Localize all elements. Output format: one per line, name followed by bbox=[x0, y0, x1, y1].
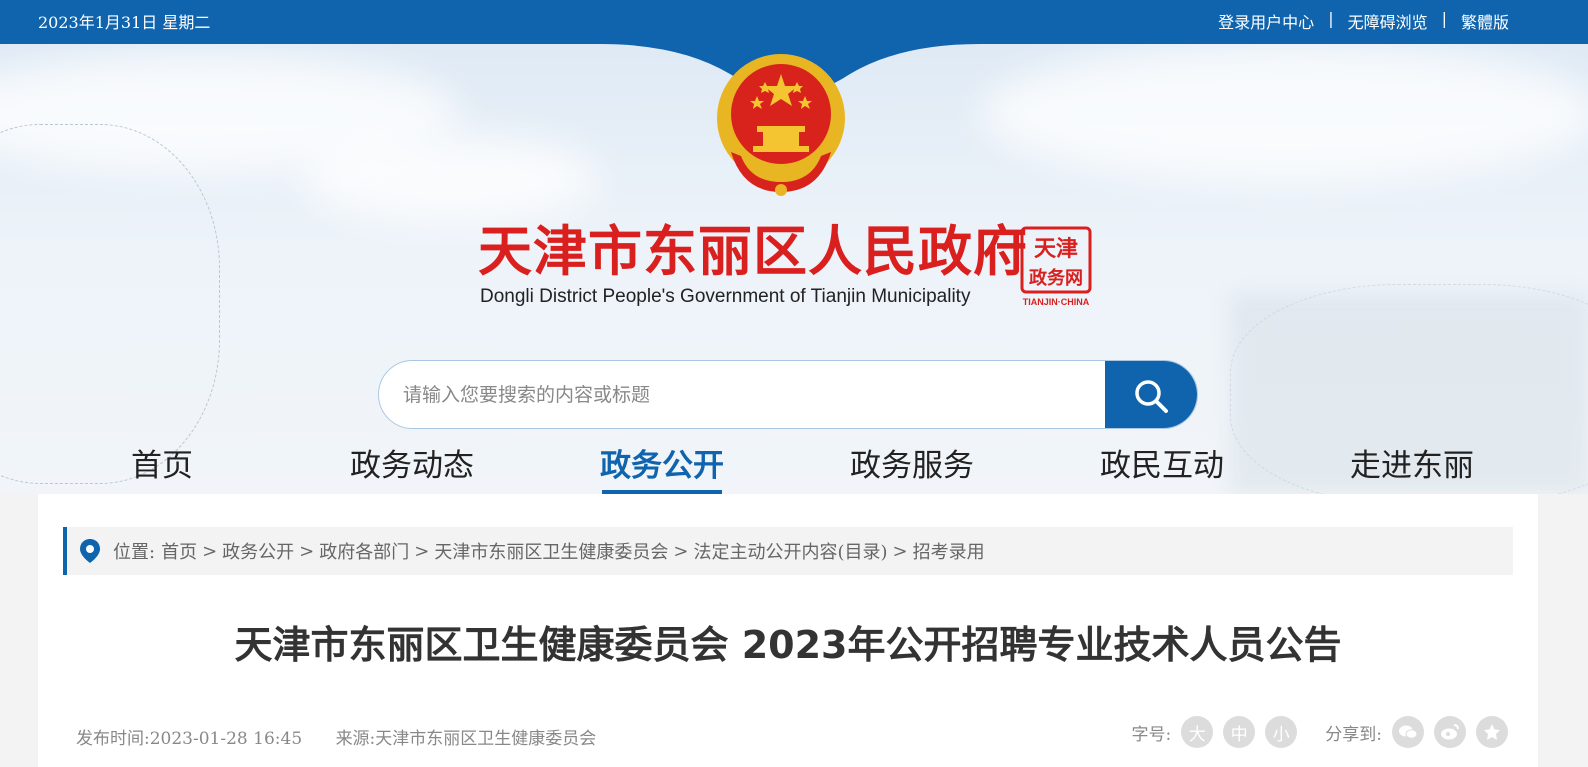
separator: | bbox=[1441, 9, 1447, 28]
share-label: 分享到: bbox=[1325, 724, 1382, 745]
article-meta: 发布时间:2023-01-28 16:45 来源:天津市东丽区卫生健康委员会 bbox=[76, 724, 624, 749]
font-size-medium-button[interactable]: 中 bbox=[1223, 716, 1256, 748]
wechat-icon bbox=[1399, 725, 1418, 739]
breadcrumb-item-disclosure[interactable]: 政务公开 bbox=[222, 538, 294, 564]
nav-item-gov-disclosure[interactable]: 政务公开 bbox=[587, 436, 737, 494]
national-emblem-icon bbox=[717, 54, 845, 196]
article-tools: 字号: 大 中 小 分享到: bbox=[1132, 716, 1508, 748]
top-bar: 2023年1月31日 星期二 登录用户中心 | 无障碍浏览 | 繁體版 bbox=[0, 0, 1588, 44]
breadcrumb-item-catalog[interactable]: 法定主动公开内容(目录) bbox=[693, 538, 887, 564]
favorite-share-button[interactable] bbox=[1476, 716, 1508, 748]
font-size-label: 字号: bbox=[1131, 724, 1172, 745]
article-title: 天津市东丽区卫生健康委员会 2023年公开招聘专业技术人员公告 bbox=[234, 623, 1342, 667]
breadcrumb-item-recruitment[interactable]: 招考录用 bbox=[913, 538, 985, 564]
search-icon bbox=[1135, 379, 1168, 413]
breadcrumb-separator: > bbox=[414, 540, 430, 562]
weibo-icon bbox=[1441, 724, 1459, 740]
breadcrumb-separator: > bbox=[202, 540, 218, 562]
breadcrumb-item-home[interactable]: 首页 bbox=[161, 538, 197, 564]
breadcrumb-separator: > bbox=[299, 540, 315, 562]
nav-item-interaction[interactable]: 政民互动 bbox=[1087, 436, 1237, 494]
nav-item-news[interactable]: 政务动态 bbox=[337, 436, 487, 494]
svg-text:政务网: 政务网 bbox=[1029, 267, 1083, 289]
top-links: 登录用户中心 | 无障碍浏览 | 繁體版 bbox=[1218, 9, 1509, 33]
search-input[interactable] bbox=[403, 361, 1093, 428]
publish-time: 发布时间:2023-01-28 16:45 bbox=[76, 729, 303, 749]
breadcrumb-separator: > bbox=[673, 540, 689, 562]
nav-item-gov-services[interactable]: 政务服务 bbox=[837, 436, 987, 494]
font-size-small-button[interactable]: 小 bbox=[1265, 716, 1298, 748]
article-source: 来源:天津市东丽区卫生健康委员会 bbox=[335, 729, 597, 749]
breadcrumb-separator: > bbox=[892, 540, 908, 562]
tianjin-seal-logo: 天津 政务网 TIANJIN·CHINA bbox=[1020, 226, 1092, 307]
breadcrumb: 位置: 首页 > 政务公开 > 政府各部门 > 天津市东丽区卫生健康委员会 > … bbox=[63, 527, 1513, 575]
weibo-share-button[interactable] bbox=[1434, 716, 1466, 748]
location-pin-icon bbox=[80, 539, 100, 563]
separator: | bbox=[1328, 9, 1334, 28]
breadcrumb-label: 位置: bbox=[113, 542, 156, 563]
font-size-large-button[interactable]: 大 bbox=[1181, 716, 1214, 748]
svg-text:天津: 天津 bbox=[1034, 236, 1078, 262]
header-banner: 天津市东丽区人民政府 Dongli District People's Gove… bbox=[0, 44, 1588, 494]
search-box bbox=[378, 360, 1198, 429]
breadcrumb-item-health-commission[interactable]: 天津市东丽区卫生健康委员会 bbox=[434, 538, 668, 564]
login-user-center-link[interactable]: 登录用户中心 bbox=[1218, 9, 1314, 33]
nav-item-about-dongli[interactable]: 走进东丽 bbox=[1337, 436, 1487, 494]
favorite-icon bbox=[1484, 724, 1500, 740]
current-date: 2023年1月31日 星期二 bbox=[38, 13, 211, 32]
traditional-chinese-link[interactable]: 繁體版 bbox=[1461, 9, 1509, 33]
breadcrumb-item-departments[interactable]: 政府各部门 bbox=[319, 538, 409, 564]
nav-item-home[interactable]: 首页 bbox=[87, 436, 237, 494]
site-subtitle: Dongli District People's Government of T… bbox=[480, 286, 971, 307]
article-card: 位置: 首页 > 政务公开 > 政府各部门 > 天津市东丽区卫生健康委员会 > … bbox=[38, 494, 1538, 767]
search-button[interactable] bbox=[1105, 361, 1197, 428]
accessibility-link[interactable]: 无障碍浏览 bbox=[1348, 9, 1428, 33]
main-nav: 首页 政务动态 政务公开 政务服务 政民互动 走进东丽 bbox=[0, 436, 1588, 494]
wechat-share-button[interactable] bbox=[1392, 716, 1424, 748]
site-title: 天津市东丽区人民政府 bbox=[478, 220, 1028, 283]
seal-caption: TIANJIN·CHINA bbox=[1023, 297, 1090, 307]
